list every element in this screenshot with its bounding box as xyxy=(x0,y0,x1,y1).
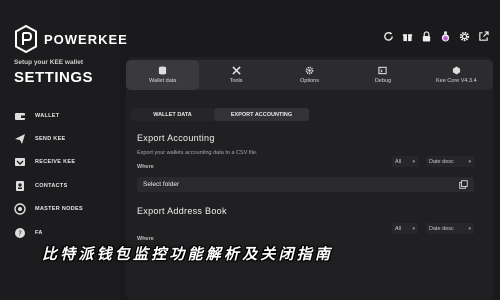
tab-bar: Wallet data Tools Options Debug Kee Core… xyxy=(126,60,493,90)
sidebar-item-contacts[interactable]: CONTACTS xyxy=(14,174,118,197)
tab-label: Kee Core V4.3.4 xyxy=(435,78,477,84)
subtab-wallet-data[interactable]: WALLET DATA xyxy=(131,108,214,121)
export-address-book-where-label: Where xyxy=(137,236,154,242)
export-accounting-title: Export Accounting xyxy=(137,133,215,143)
sidebar-item-receive-kee[interactable]: RECEIVE KEE xyxy=(14,151,118,174)
tab-tools[interactable]: Tools xyxy=(199,60,272,90)
sidebar-item-wallet[interactable]: WALLET xyxy=(14,104,118,127)
tab-options[interactable]: Options xyxy=(273,60,346,90)
select-folder-button[interactable]: Select folder xyxy=(137,177,474,192)
sidebar-item-label: MASTER NODES xyxy=(35,206,83,213)
svg-text:?: ? xyxy=(18,229,22,237)
export-address-book-title: Export Address Book xyxy=(137,206,227,216)
export-accounting-description: Export your wallets accounting data to a… xyxy=(137,150,258,156)
overlay-title: 比特派钱包监控功能解析及关闭指南 xyxy=(42,246,334,263)
sidebar-item-label: CONTACTS xyxy=(35,182,68,189)
page-title: SETTINGS xyxy=(14,69,94,86)
setup-subtitle: Setup your KEE wallet xyxy=(14,59,83,66)
address-book-sort-select[interactable]: Date desc ▾ xyxy=(426,223,474,234)
options-icon xyxy=(305,66,314,75)
tab-label: Tools xyxy=(229,78,243,84)
copy-icon xyxy=(459,180,468,189)
refresh-icon[interactable] xyxy=(383,31,394,42)
core-icon xyxy=(452,66,460,75)
subtab-export-accounting[interactable]: EXPORT ACCOUNTING xyxy=(214,108,309,121)
sidebar-nav: WALLET SEND KEE RECEIVE KEE CONTACTS MAS… xyxy=(14,104,118,244)
nodes-icon xyxy=(14,203,26,215)
wallet-icon xyxy=(14,110,26,122)
tools-icon xyxy=(231,66,241,75)
brand: POWERKEE xyxy=(14,25,128,53)
sidebar-item-faq[interactable]: ? FA xyxy=(14,221,118,244)
sidebar-item-master-nodes[interactable]: MASTER NODES xyxy=(14,198,118,221)
export-accounting-where-label: Where xyxy=(137,164,154,170)
gift-icon[interactable] xyxy=(402,31,413,42)
sidebar-item-label: WALLET xyxy=(35,112,60,119)
gear-icon[interactable] xyxy=(459,31,470,42)
tab-label: Wallet data xyxy=(149,78,177,84)
subtab-bar: WALLET DATA EXPORT ACCOUNTING xyxy=(131,108,309,121)
lock-icon[interactable] xyxy=(421,31,432,42)
tab-wallet-data[interactable]: Wallet data xyxy=(126,60,200,90)
tab-label: Debug xyxy=(374,78,392,84)
tab-kee-core[interactable]: Kee Core V4.3.4 xyxy=(420,60,493,90)
chevron-down-icon: ▾ xyxy=(412,158,415,165)
contacts-icon xyxy=(14,180,26,192)
receive-icon xyxy=(14,156,26,168)
select-value: All xyxy=(395,158,402,165)
sidebar-item-label: SEND KEE xyxy=(35,136,66,143)
chevron-down-icon: ▾ xyxy=(412,225,415,232)
select-value: Date desc xyxy=(429,225,454,232)
sidebar-item-send-kee[interactable]: SEND KEE xyxy=(14,127,118,150)
chevron-down-icon: ▾ xyxy=(468,158,471,165)
brand-name: POWERKEE xyxy=(44,31,128,47)
select-value: Date desc xyxy=(429,158,454,165)
debug-icon xyxy=(378,66,388,75)
tab-debug[interactable]: Debug xyxy=(346,60,419,90)
chevron-down-icon: ▾ xyxy=(468,225,471,232)
select-value: All xyxy=(395,225,402,232)
database-icon xyxy=(159,66,167,75)
tab-label: Options xyxy=(300,78,319,84)
powerkee-logo-icon xyxy=(15,25,37,53)
faq-icon: ? xyxy=(14,227,26,239)
select-folder-label: Select folder xyxy=(143,181,180,188)
address-book-filter-select[interactable]: All ▾ xyxy=(392,223,418,234)
topbar xyxy=(383,31,489,42)
sidebar-item-label: FA xyxy=(35,229,43,236)
sidebar-item-label: RECEIVE KEE xyxy=(35,159,76,166)
accounting-filter-select[interactable]: All ▾ xyxy=(392,156,418,167)
external-link-icon[interactable] xyxy=(478,31,489,42)
potion-icon[interactable] xyxy=(440,31,451,42)
accounting-sort-select[interactable]: Date desc ▾ xyxy=(426,156,474,167)
send-icon xyxy=(14,133,26,145)
